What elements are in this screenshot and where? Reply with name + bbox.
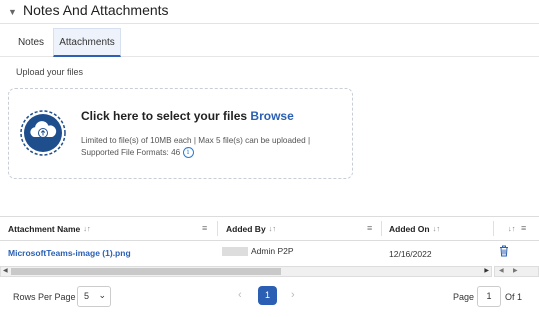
column-attachment-name[interactable]: Attachment Name ↓↑: [8, 217, 91, 240]
sort-icon[interactable]: ↓↑: [508, 224, 516, 233]
section-header[interactable]: ▼ Notes And Attachments: [0, 0, 539, 24]
horizontal-scrollbar[interactable]: ◀ ▶: [0, 266, 492, 277]
column-separator[interactable]: [381, 221, 382, 236]
column-menu-icon[interactable]: ≡: [367, 223, 372, 233]
table-header: Attachment Name ↓↑ ≡ Added By ↓↑ ≡ Added…: [0, 216, 539, 241]
column-menu-icon[interactable]: ≡: [202, 223, 207, 233]
tab-notes[interactable]: Notes: [12, 28, 50, 57]
info-icon[interactable]: i: [182, 147, 194, 159]
scroll-left-icon[interactable]: ◀: [3, 267, 8, 274]
scroll-right-icon[interactable]: ▶: [513, 267, 518, 274]
redacted-avatar: [222, 247, 248, 257]
chevron-down-icon: ⌄: [98, 290, 106, 300]
upload-main-text: Click here to select your files: [81, 109, 248, 123]
column-label: Added On: [389, 223, 430, 234]
table-row: MicrosoftTeams-image (1).png Admin P2P 1…: [0, 241, 539, 265]
scrollbar-thumb[interactable]: [11, 268, 281, 275]
tab-bar: Notes Attachments: [0, 24, 539, 57]
rows-per-page-label: Rows Per Page: [13, 292, 76, 302]
pagination-bar: Rows Per Page 5 ⌄ ‹ 1 › Page 1 Of 1: [0, 284, 539, 312]
column-actions[interactable]: ↓↑: [505, 217, 516, 240]
previous-page-icon[interactable]: ‹: [238, 289, 242, 301]
limits-line-1: Limited to file(s) of 10MB each | Max 5 …: [81, 136, 311, 145]
upload-label: Upload your files: [16, 67, 84, 77]
column-added-on[interactable]: Added On ↓↑: [389, 217, 440, 240]
rows-per-page-select[interactable]: 5 ⌄: [77, 286, 111, 307]
browse-link[interactable]: Browse: [250, 109, 293, 123]
file-drop-zone[interactable]: Click here to select your files Browse L…: [8, 88, 353, 179]
column-separator[interactable]: [217, 221, 218, 236]
column-added-by[interactable]: Added By ↓↑: [226, 217, 276, 240]
column-label: Attachment Name: [8, 223, 81, 234]
section-title: Notes And Attachments: [23, 2, 169, 18]
column-label: Added By: [226, 223, 266, 234]
tab-attachments[interactable]: Attachments: [53, 28, 121, 57]
page-number-input[interactable]: 1: [477, 286, 501, 307]
scroll-left-icon[interactable]: ◀: [499, 267, 504, 274]
attachment-link[interactable]: MicrosoftTeams-image (1).png: [8, 248, 131, 258]
sort-icon[interactable]: ↓↑: [433, 224, 441, 233]
upload-limits: Limited to file(s) of 10MB each | Max 5 …: [81, 135, 351, 159]
pinned-scrollbar[interactable]: ◀ ▶: [494, 266, 539, 277]
sort-icon[interactable]: ↓↑: [83, 224, 91, 233]
total-pages: Of 1: [505, 292, 523, 302]
limits-line-2: Supported File Formats: 46: [81, 148, 181, 157]
added-by-text: Admin P2P: [251, 246, 294, 256]
upload-instruction: Click here to select your files Browse: [81, 109, 294, 123]
sort-icon[interactable]: ↓↑: [269, 224, 277, 233]
next-page-icon[interactable]: ›: [291, 289, 295, 301]
added-by-cell: Admin P2P: [222, 246, 294, 257]
trash-icon[interactable]: [499, 245, 509, 260]
page-label: Page: [453, 292, 475, 302]
added-on-cell: 12/16/2022: [389, 249, 432, 259]
chevron-down-icon[interactable]: ▼: [8, 7, 17, 17]
column-separator[interactable]: [493, 221, 494, 236]
column-menu-icon[interactable]: ≡: [521, 223, 526, 233]
cloud-upload-icon: [20, 110, 66, 156]
scroll-right-icon[interactable]: ▶: [484, 267, 489, 274]
rows-per-page-value: 5: [84, 291, 90, 301]
current-page-button[interactable]: 1: [258, 286, 277, 305]
